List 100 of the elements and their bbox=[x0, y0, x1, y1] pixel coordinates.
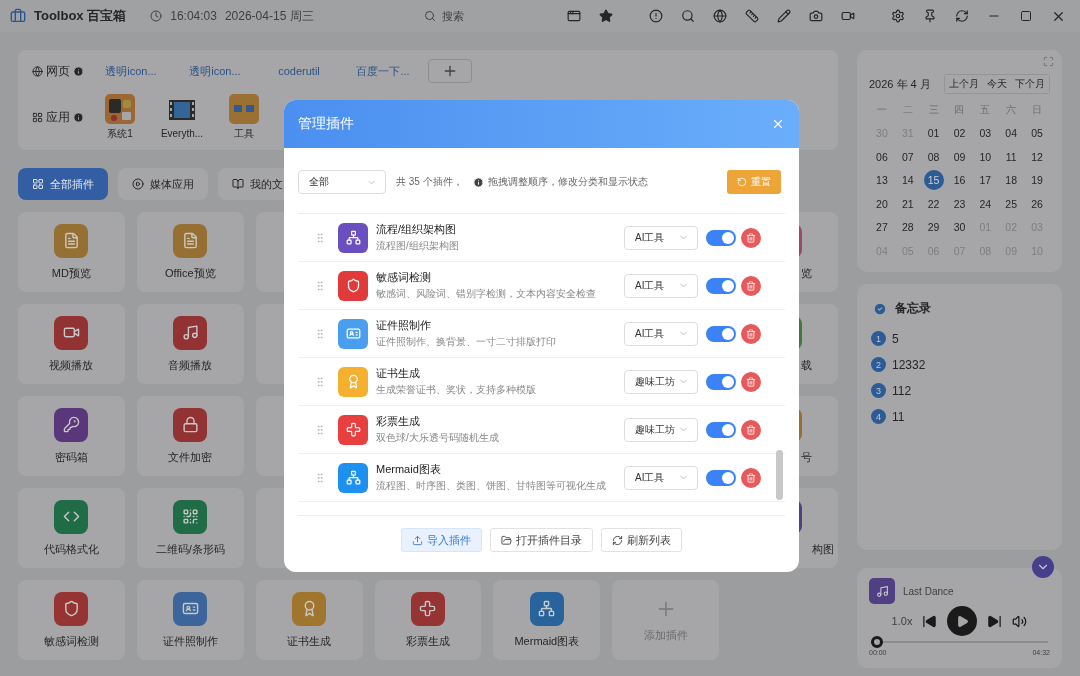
calendar-day[interactable]: 27 bbox=[871, 217, 892, 238]
web-link[interactable]: 透明icon... bbox=[176, 59, 254, 83]
calendar-day[interactable]: 16 bbox=[949, 170, 970, 191]
category-dropdown[interactable]: AI工具 bbox=[624, 273, 698, 298]
plugin-card[interactable]: 敏感词检测 bbox=[18, 580, 125, 660]
plugin-description: 双色球/大乐透号码随机生成 bbox=[376, 431, 500, 445]
search-field[interactable]: 搜索 bbox=[440, 9, 540, 23]
memo-title: 备忘录 bbox=[895, 300, 931, 317]
footer-button[interactable]: 导入插件 bbox=[401, 528, 482, 552]
plugin-label: 彩票生成 bbox=[406, 633, 450, 649]
calendar-day[interactable]: 08 bbox=[923, 146, 944, 167]
plugin-name: 证书生成 bbox=[376, 366, 421, 381]
calendar-day[interactable]: 18 bbox=[1001, 170, 1022, 191]
plugin-name: 敏感词检测 bbox=[376, 270, 432, 285]
category-dropdown[interactable]: AI工具 bbox=[624, 465, 698, 490]
plugin-name: 证件照制作 bbox=[376, 318, 432, 333]
app-label[interactable]: 系统1 bbox=[107, 126, 133, 141]
memo-item[interactable]: 5 bbox=[892, 331, 899, 346]
calendar-day[interactable]: 11 bbox=[1001, 146, 1022, 167]
calendar-month: 2026 年 4 月 bbox=[869, 76, 931, 92]
calendar-day[interactable]: 20 bbox=[871, 193, 892, 214]
calendar-day[interactable]: 13 bbox=[871, 170, 892, 191]
plugin-label: 文件加密 bbox=[168, 449, 213, 465]
plugin-name: Mermaid图表 bbox=[376, 462, 442, 477]
calendar-day[interactable]: 06 bbox=[871, 146, 892, 167]
plugin-card[interactable]: MD预览 bbox=[18, 212, 125, 292]
clock-date: 2026-04-15 周三 bbox=[224, 7, 314, 25]
plugin-label: Office预览 bbox=[165, 265, 216, 281]
web-link[interactable]: 透明icon... bbox=[92, 59, 170, 83]
web-link[interactable]: 百度一下... bbox=[344, 59, 422, 83]
calendar-day[interactable]: 28 bbox=[897, 217, 918, 238]
category-tab[interactable]: 全部插件 bbox=[18, 168, 108, 200]
number-badge: 1 bbox=[871, 331, 886, 346]
calendar-day[interactable]: 25 bbox=[1001, 193, 1022, 214]
calendar-day[interactable]: 12 bbox=[1027, 146, 1048, 167]
calendar-day[interactable]: 09 bbox=[949, 146, 970, 167]
plugin-label: 证件照制作 bbox=[162, 633, 218, 649]
plugin-row[interactable]: 证件照制作 证件照制作、换背景、一寸二寸排版打印 AI工具 bbox=[298, 310, 785, 358]
calendar-day[interactable]: 01 bbox=[923, 123, 944, 144]
calendar-day[interactable]: 29 bbox=[923, 217, 944, 238]
calendar-day[interactable]: 07 bbox=[897, 146, 918, 167]
category-dropdown[interactable]: 趣味工坊 bbox=[624, 369, 698, 394]
calendar-day[interactable]: 23 bbox=[949, 193, 970, 214]
calendar-day[interactable]: 05 bbox=[1027, 123, 1048, 144]
category-dropdown[interactable]: AI工具 bbox=[624, 321, 698, 346]
web-link[interactable]: coderutil bbox=[260, 61, 338, 82]
calendar-day[interactable]: 14 bbox=[897, 170, 918, 191]
calendar-day[interactable]: 17 bbox=[975, 170, 996, 191]
category-dropdown[interactable]: 趣味工坊 bbox=[624, 417, 698, 442]
memo-item[interactable]: 12332 bbox=[892, 357, 926, 372]
plugin-row[interactable]: 彩票生成 双色球/大乐透号码随机生成 趣味工坊 bbox=[298, 406, 785, 454]
filter-dropdown[interactable]: 全部 bbox=[298, 170, 386, 194]
number-badge: 3 bbox=[871, 383, 886, 398]
plugin-row[interactable]: Mermaid图表 流程图、时序图、类图、饼图、甘特图等可视化生成 AI工具 bbox=[298, 454, 785, 502]
calendar-day[interactable]: 19 bbox=[1027, 170, 1048, 191]
calendar-day[interactable]: 15 bbox=[923, 170, 944, 191]
memo-item[interactable]: 112 bbox=[892, 383, 912, 398]
plugin-name: 彩票生成 bbox=[376, 414, 421, 429]
section-label: 应用 bbox=[46, 108, 70, 126]
category-tab[interactable]: 媒体应用 bbox=[118, 168, 208, 200]
plugin-card[interactable]: 文件加密 bbox=[136, 396, 244, 476]
calendar-day[interactable]: 26 bbox=[1027, 193, 1048, 214]
plugin-card[interactable]: 密码箱 bbox=[18, 396, 125, 476]
calendar-day[interactable]: 24 bbox=[975, 193, 996, 214]
calendar-day[interactable]: 22 bbox=[923, 193, 944, 214]
plugin-card[interactable]: 视频播放 bbox=[18, 304, 125, 384]
plugin-row[interactable]: 敏感词检测 敏感词、风险词、错别字检测，文本内容安全检查 AI工具 bbox=[298, 262, 785, 310]
plugin-label: 视频播放 bbox=[49, 357, 94, 373]
clock-time: 16:04:03 bbox=[170, 9, 217, 23]
plugin-row[interactable]: 证书生成 生成荣誉证书、奖状，支持多种模版 趣味工坊 bbox=[298, 358, 785, 406]
plugin-label: 载 bbox=[801, 357, 812, 373]
plugin-card[interactable]: 音频播放 bbox=[136, 304, 244, 384]
calendar-day[interactable]: 30 bbox=[949, 217, 970, 238]
plugin-label: 号 bbox=[801, 449, 812, 465]
plugin-card[interactable]: Office预览 bbox=[136, 212, 244, 292]
plugin-name: 流程/组织架构图 bbox=[376, 222, 458, 237]
calendar-day[interactable]: 03 bbox=[975, 123, 996, 144]
speed-button[interactable]: 1.0x bbox=[891, 615, 913, 627]
plugin-label: 敏感词检测 bbox=[43, 633, 99, 649]
song-title: Last Dance bbox=[903, 585, 954, 597]
memo-item[interactable]: 11 bbox=[892, 409, 905, 424]
footer-button[interactable]: 刷新列表 bbox=[601, 528, 682, 552]
plugin-row[interactable]: 流程/组织架构图 流程图/组织架构图 AI工具 bbox=[298, 214, 785, 262]
calendar-day[interactable]: 04 bbox=[1001, 123, 1022, 144]
calendar-day[interactable]: 21 bbox=[897, 193, 918, 214]
plugin-card[interactable]: Mermaid图表 bbox=[493, 580, 601, 660]
plugin-card[interactable]: 代码格式化 bbox=[18, 488, 125, 568]
footer-button[interactable]: 打开插件目录 bbox=[490, 528, 593, 552]
plugin-card[interactable]: 二维码/条形码 bbox=[136, 488, 244, 568]
calendar-day[interactable]: 10 bbox=[975, 146, 996, 167]
plugin-card[interactable]: 证书生成 bbox=[255, 580, 363, 660]
plugin-card[interactable]: 彩票生成 bbox=[374, 580, 482, 660]
plugin-description: 敏感词、风险词、错别字检测，文本内容安全检查 bbox=[376, 287, 597, 301]
plugin-label: 二维码/条形码 bbox=[155, 541, 225, 557]
app-label[interactable]: 工具 bbox=[234, 126, 254, 141]
plugin-card[interactable]: 证件照制作 bbox=[136, 580, 244, 660]
calendar-day[interactable]: 02 bbox=[949, 123, 970, 144]
category-dropdown[interactable]: AI工具 bbox=[624, 225, 698, 250]
app-label[interactable]: Everyth... bbox=[160, 128, 204, 140]
plugin-label: 览 bbox=[801, 265, 812, 281]
